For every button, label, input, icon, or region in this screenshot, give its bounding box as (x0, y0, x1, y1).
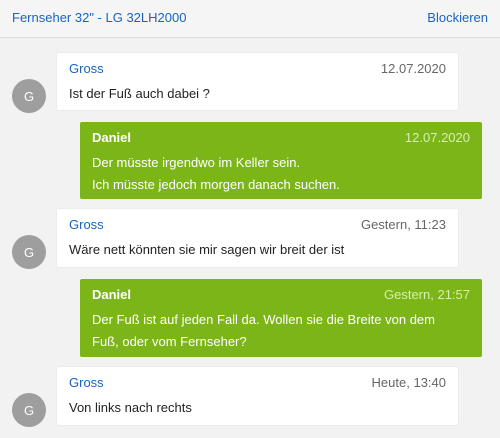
block-button[interactable]: Blockieren (427, 10, 488, 25)
message-timestamp: 12.07.2020 (380, 61, 446, 76)
message-incoming: Gross Heute, 13:40 Von links nach rechts (57, 367, 458, 425)
message-timestamp: Gestern, 21:57 (384, 287, 470, 302)
message-line: Fuß, oder vom Fernseher? (92, 334, 247, 349)
conversation-header: Fernseher 32" - LG 32LH2000 Blockieren (0, 0, 500, 38)
message-sender: Gross (69, 61, 104, 76)
message-timestamp: 12.07.2020 (404, 130, 470, 145)
message-outgoing: Daniel Gestern, 21:57 Der Fuß ist auf je… (80, 279, 482, 357)
message-line: Von links nach rechts (69, 400, 192, 415)
message-line: Der müsste irgendwo im Keller sein. (92, 155, 301, 170)
message-text: Der Fuß ist auf jeden Fall da. Wollen si… (92, 309, 470, 353)
message-timestamp: Gestern, 11:23 (360, 217, 446, 232)
message-line: Wäre nett könnten sie mir sagen wir brei… (69, 242, 345, 257)
message-timestamp: Heute, 13:40 (371, 375, 446, 390)
message-line: Der Fuß ist auf jeden Fall da. Wollen si… (92, 312, 435, 327)
message-text: Wäre nett könnten sie mir sagen wir brei… (69, 239, 446, 261)
listing-title-link[interactable]: Fernseher 32" - LG 32LH2000 (12, 10, 186, 25)
message-text: Von links nach rechts (69, 397, 446, 419)
avatar: G (12, 79, 46, 113)
message-line: Ist der Fuß auch dabei ? (69, 86, 210, 101)
message-sender: Daniel (92, 130, 132, 145)
message-text: Der müsste irgendwo im Keller sein. Ich … (92, 152, 470, 196)
avatar: G (12, 393, 46, 427)
message-line: Ich müsste jedoch morgen danach suchen. (92, 177, 340, 192)
message-incoming: Gross Gestern, 11:23 Wäre nett könnten s… (57, 209, 458, 267)
message-sender: Gross (69, 375, 104, 390)
message-sender: Gross (69, 217, 104, 232)
message-outgoing: Daniel 12.07.2020 Der müsste irgendwo im… (80, 122, 482, 199)
message-text: Ist der Fuß auch dabei ? (69, 83, 446, 105)
message-incoming: Gross 12.07.2020 Ist der Fuß auch dabei … (57, 53, 458, 110)
message-sender: Daniel (92, 287, 132, 302)
avatar: G (12, 235, 46, 269)
